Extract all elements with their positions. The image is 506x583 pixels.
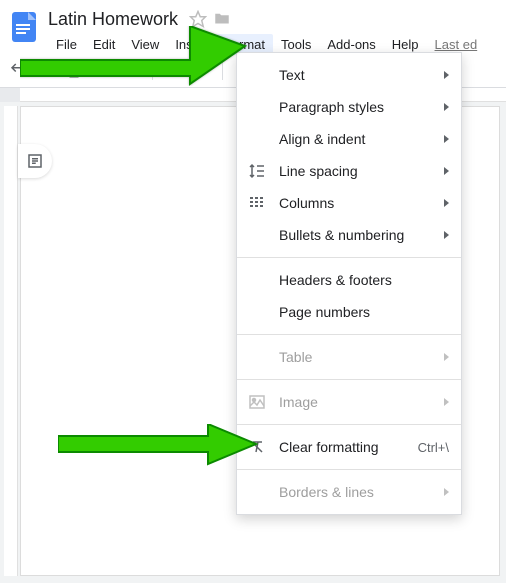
submenu-arrow-icon bbox=[444, 488, 449, 496]
menu-align-indent[interactable]: Align & indent bbox=[237, 123, 461, 155]
menu-edit[interactable]: Edit bbox=[85, 34, 123, 55]
menu-label: Columns bbox=[279, 195, 436, 211]
toolbar-divider bbox=[152, 60, 153, 80]
menu-label: Table bbox=[279, 349, 436, 365]
menu-shortcut: Ctrl+\ bbox=[418, 440, 449, 455]
menu-label: Page numbers bbox=[279, 304, 449, 320]
submenu-arrow-icon bbox=[444, 103, 449, 111]
zoom-dropdown[interactable]: 100% bbox=[165, 62, 210, 77]
submenu-arrow-icon bbox=[444, 167, 449, 175]
menu-page-numbers[interactable]: Page numbers bbox=[237, 296, 461, 328]
blank-icon bbox=[247, 302, 267, 322]
docs-logo-icon[interactable] bbox=[6, 8, 42, 44]
paint-format-icon[interactable] bbox=[118, 58, 142, 82]
undo-icon[interactable] bbox=[6, 58, 30, 82]
menu-label: Borders & lines bbox=[279, 484, 436, 500]
menu-label: Image bbox=[279, 394, 436, 410]
menu-label: Line spacing bbox=[279, 163, 436, 179]
menu-text[interactable]: Text bbox=[237, 59, 461, 91]
menu-divider bbox=[237, 334, 461, 335]
blank-icon bbox=[247, 97, 267, 117]
menu-line-spacing[interactable]: Line spacing bbox=[237, 155, 461, 187]
menu-divider bbox=[237, 424, 461, 425]
format-dropdown: Text Paragraph styles Align & indent Lin… bbox=[236, 52, 462, 515]
menu-file[interactable]: File bbox=[48, 34, 85, 55]
menu-label: Headers & footers bbox=[279, 272, 449, 288]
menu-paragraph-styles[interactable]: Paragraph styles bbox=[237, 91, 461, 123]
menu-divider bbox=[237, 257, 461, 258]
toolbar-divider bbox=[222, 60, 223, 80]
menu-label: Bullets & numbering bbox=[279, 227, 436, 243]
submenu-arrow-icon bbox=[444, 398, 449, 406]
blank-icon bbox=[247, 225, 267, 245]
menu-divider bbox=[237, 469, 461, 470]
outline-toggle[interactable] bbox=[18, 144, 52, 178]
blank-icon bbox=[247, 65, 267, 85]
menu-headers-footers[interactable]: Headers & footers bbox=[237, 264, 461, 296]
image-icon bbox=[247, 392, 267, 412]
menu-clear-formatting[interactable]: Clear formatting Ctrl+\ bbox=[237, 431, 461, 463]
submenu-arrow-icon bbox=[444, 231, 449, 239]
menu-table: Table bbox=[237, 341, 461, 373]
menu-label: Text bbox=[279, 67, 436, 83]
menu-image: Image bbox=[237, 386, 461, 418]
submenu-arrow-icon bbox=[444, 199, 449, 207]
line-spacing-icon bbox=[247, 161, 267, 181]
menu-label: Clear formatting bbox=[279, 439, 410, 455]
chevron-down-icon bbox=[202, 67, 210, 72]
zoom-value: 100% bbox=[165, 62, 198, 77]
blank-icon bbox=[247, 270, 267, 290]
spellcheck-icon[interactable] bbox=[90, 58, 114, 82]
clear-format-icon bbox=[247, 437, 267, 457]
submenu-arrow-icon bbox=[444, 353, 449, 361]
outline-icon bbox=[26, 152, 44, 170]
document-title[interactable]: Latin Homework bbox=[48, 9, 178, 30]
menu-divider bbox=[237, 379, 461, 380]
title-area: Latin Homework File Edit View Insert For… bbox=[48, 6, 506, 56]
submenu-arrow-icon bbox=[444, 71, 449, 79]
menu-view[interactable]: View bbox=[123, 34, 167, 55]
submenu-arrow-icon bbox=[444, 135, 449, 143]
menu-borders-lines: Borders & lines bbox=[237, 476, 461, 508]
last-edit-link[interactable]: Last ed bbox=[435, 37, 478, 52]
ruler-vertical[interactable] bbox=[4, 106, 18, 576]
columns-icon bbox=[247, 193, 267, 213]
blank-icon bbox=[247, 129, 267, 149]
menu-label: Align & indent bbox=[279, 131, 436, 147]
blank-icon bbox=[247, 482, 267, 502]
menu-columns[interactable]: Columns bbox=[237, 187, 461, 219]
blank-icon bbox=[247, 347, 267, 367]
redo-icon[interactable] bbox=[34, 58, 58, 82]
print-icon[interactable] bbox=[62, 58, 86, 82]
star-icon[interactable] bbox=[189, 10, 207, 28]
menu-insert[interactable]: Insert bbox=[167, 34, 216, 55]
menu-bullets-numbering[interactable]: Bullets & numbering bbox=[237, 219, 461, 251]
menu-label: Paragraph styles bbox=[279, 99, 436, 115]
folder-icon[interactable] bbox=[213, 10, 231, 28]
app-header: Latin Homework File Edit View Insert For… bbox=[0, 0, 506, 52]
